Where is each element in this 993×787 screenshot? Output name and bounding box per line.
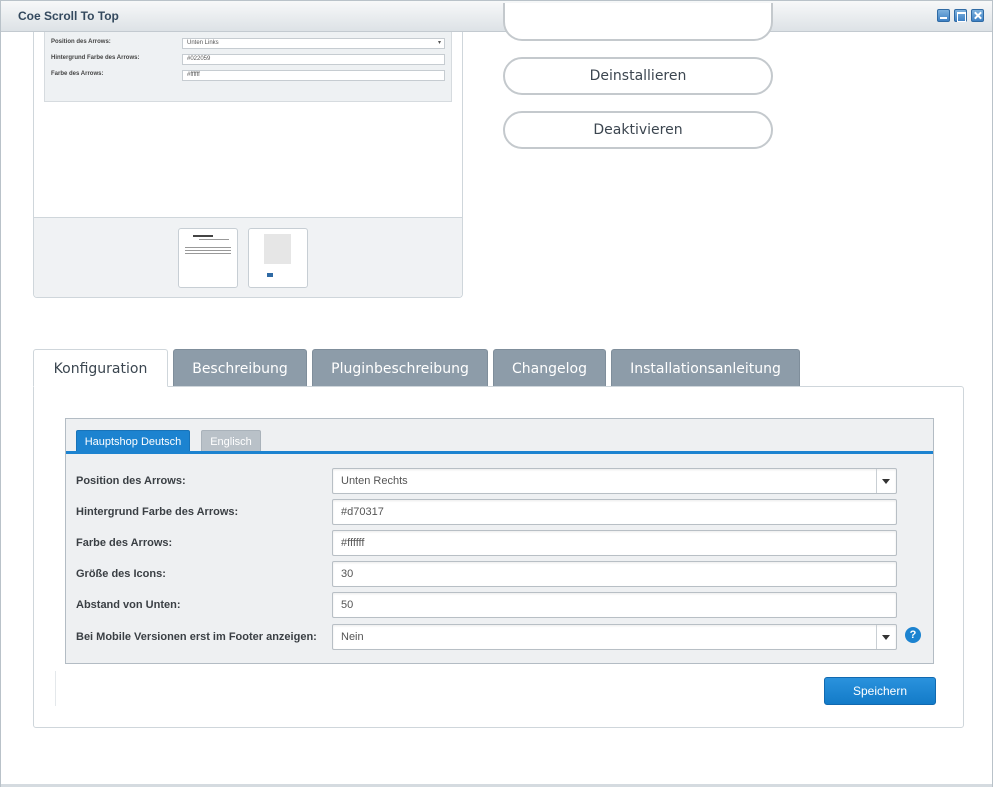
thumbnail-strip [34,217,462,297]
position-select-value: Unten Rechts [341,475,408,487]
maximize-icon[interactable] [954,9,967,22]
field-label-position: Position des Arrows: [76,475,186,487]
window-title: Coe Scroll To Top [18,9,119,23]
thumbnail-1[interactable] [178,228,238,288]
field-label-arrow-color: Farbe des Arrows: [76,537,173,549]
minimize-icon[interactable] [937,9,950,22]
preview-row-label: Hintergrund Farbe des Arrows: [51,55,140,61]
save-button[interactable]: Speichern [824,677,936,705]
help-icon[interactable]: ? [905,627,921,643]
divider [55,671,56,706]
tab-installationsanleitung[interactable]: Installationsanleitung [611,349,800,387]
mobile-footer-select[interactable]: Nein [332,624,897,650]
tab-konfiguration[interactable]: Konfiguration [33,349,168,387]
plugin-window: Coe Scroll To Top Position des Arrows: U… [0,0,993,787]
field-label-bg-color: Hintergrund Farbe des Arrows: [76,506,239,518]
position-select[interactable]: Unten Rechts [332,468,897,494]
uninstall-button[interactable]: Deinstallieren [503,57,773,95]
plugin-preview-gallery: Position des Arrows: Unten Links ▾ Hinter… [33,32,463,298]
deactivate-button[interactable]: Deaktivieren [503,111,773,149]
tab-beschreibung[interactable]: Beschreibung [173,349,307,387]
tab-englisch[interactable]: Englisch [201,430,261,452]
thumbnail-2[interactable] [248,228,308,288]
chevron-down-icon[interactable] [876,469,896,493]
tab-hauptshop-deutsch[interactable]: Hauptshop Deutsch [76,430,190,452]
preview-row-label: Position des Arrows: [51,39,111,45]
arrow-color-input[interactable]: #ffffff [332,530,897,556]
field-label-bottom-offset: Abstand von Unten: [76,599,181,611]
field-label-icon-size: Größe des Icons: [76,568,166,580]
tab-changelog[interactable]: Changelog [493,349,606,387]
bottom-offset-input[interactable]: 50 [332,592,897,618]
field-label-mobile-footer: Bei Mobile Versionen erst im Footer anze… [76,631,317,643]
close-icon[interactable] [971,9,984,22]
bg-color-input[interactable]: #d70317 [332,499,897,525]
preview-screenshot[interactable]: Position des Arrows: Unten Links ▾ Hinter… [44,32,452,102]
icon-size-input[interactable]: 30 [332,561,897,587]
preview-row-value: Unten Links ▾ [182,38,445,49]
preview-row-value: #ffffff [182,70,445,81]
mobile-footer-select-value: Nein [341,631,364,643]
configuration-panel: Hauptshop Deutsch Englisch Position des … [33,386,964,728]
tab-pluginbeschreibung[interactable]: Pluginbeschreibung [312,349,488,387]
preview-row-value: #022059 [182,54,445,65]
subtab-underline [66,451,933,454]
config-form: Hauptshop Deutsch Englisch Position des … [65,418,934,664]
chevron-down-icon[interactable] [876,625,896,649]
preview-row-label: Farbe des Arrows: [51,71,104,77]
title-bar[interactable]: Coe Scroll To Top [1,1,992,32]
install-button[interactable] [503,3,773,41]
